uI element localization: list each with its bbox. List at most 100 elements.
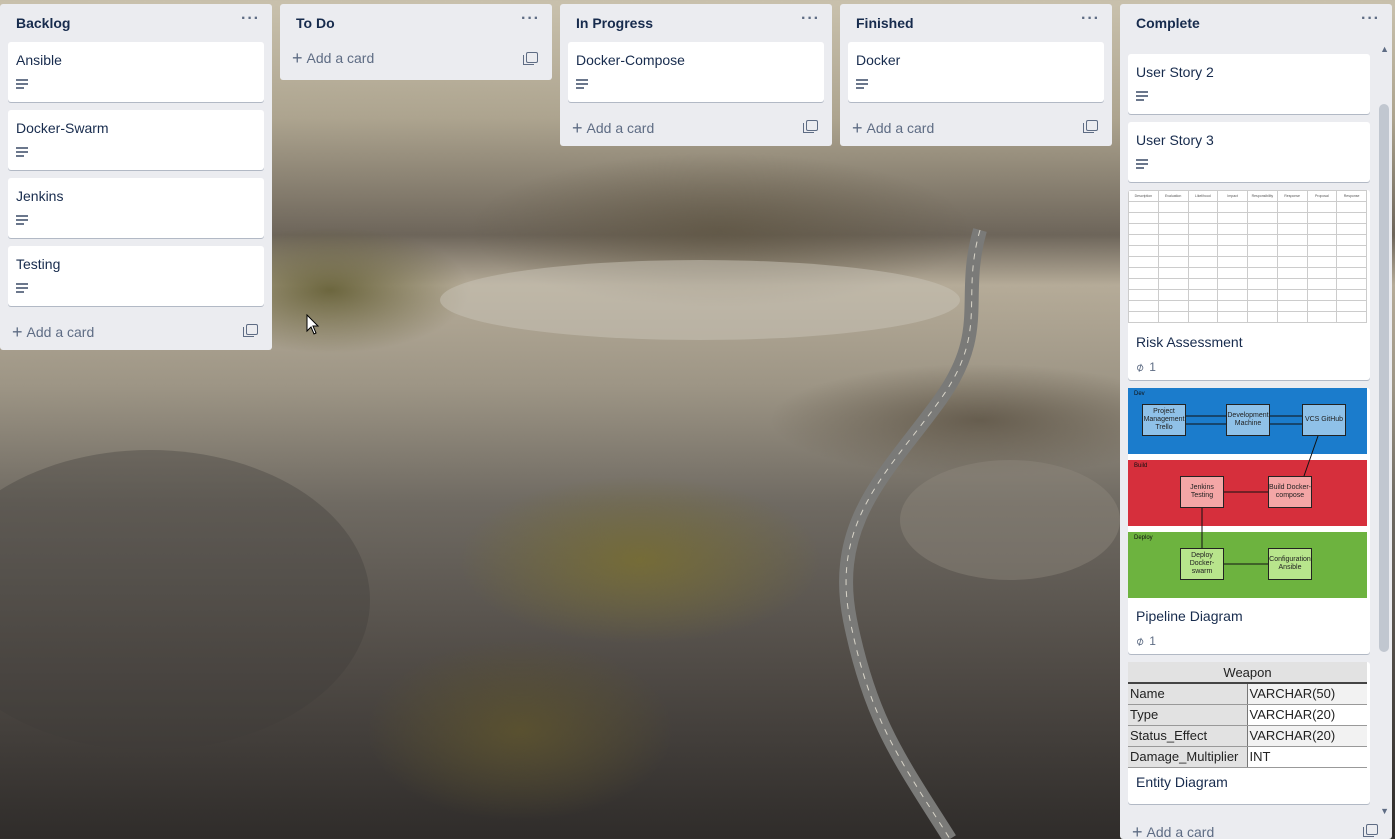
card-title: Docker-Compose [576,52,685,68]
risk-table-header: Responsibility [1247,190,1278,202]
plus-icon: + [12,322,23,342]
list-in-progress: In Progress ··· Docker-Compose + Add a ca… [560,4,832,146]
list-title[interactable]: To Do [296,15,335,31]
list-menu-icon[interactable]: ··· [521,10,540,28]
risk-table-header: Proposal [1306,190,1338,202]
list-menu-icon[interactable]: ··· [1081,10,1100,28]
plus-icon: + [1132,822,1143,839]
description-icon [1136,159,1148,169]
add-card-button[interactable]: + Add a card [840,110,1112,146]
card-template-icon[interactable] [1083,120,1098,133]
description-icon [576,79,588,89]
plus-icon: + [292,48,303,68]
card-docker-compose[interactable]: Docker-Compose [568,42,824,102]
list-title[interactable]: In Progress [576,15,653,31]
plus-icon: + [852,118,863,138]
list-header: To Do ··· [280,4,552,42]
card-title: Docker-Swarm [16,120,109,136]
paperclip-icon: ⌀ [1132,359,1147,375]
card-title: Testing [16,256,61,272]
card-ansible[interactable]: Ansible [8,42,264,102]
card-risk-assessment[interactable]: Description Evaluation Likelihood Impact Res… [1128,190,1370,380]
risk-table-thumbnail: Description Evaluation Likelihood Impact Res… [1128,190,1367,323]
description-icon [16,283,28,293]
add-card-label: Add a card [1146,824,1215,839]
mouse-cursor-icon [306,314,320,335]
list-finished: Finished ··· Docker + Add a card [840,4,1112,146]
card-user-story-2[interactable]: User Story 2 [1128,54,1370,114]
list-title[interactable]: Finished [856,15,914,31]
add-card-label: Add a card [26,324,95,340]
field-name: Name [1128,683,1248,705]
description-icon [16,79,28,89]
paperclip-icon: ⌀ [1132,633,1147,649]
add-card-button[interactable]: + Add a card [0,314,272,350]
card-title: User Story 3 [1136,132,1214,148]
add-card-label: Add a card [866,120,935,136]
card-entity-diagram[interactable]: Weapon Name VARCHAR(50) Type VARCHAR(20) S… [1128,662,1370,804]
attachment-count: 1 [1149,360,1156,374]
card-title: Docker [856,52,901,68]
add-card-label: Add a card [306,50,375,66]
card-title: Risk Assessment [1136,334,1243,350]
card-testing[interactable]: Testing [8,246,264,306]
list-title[interactable]: Complete [1136,15,1200,31]
field-name: Damage_Multiplier [1128,746,1248,768]
field-type: VARCHAR(20) [1247,725,1367,747]
list-to-do: To Do ··· + Add a card [280,4,552,80]
add-card-button[interactable]: + Add a card [280,42,552,80]
card-pipeline-diagram[interactable]: Dev Build Deploy Project Management Trel… [1128,388,1370,654]
pipeline-diagram-cover: Dev Build Deploy Project Management Trel… [1128,388,1370,600]
list-menu-icon[interactable]: ··· [241,10,260,28]
scroll-up-arrow-icon[interactable]: ▲ [1380,44,1389,54]
risk-table-header: Evaluation [1157,190,1189,202]
card-title: Ansible [16,52,62,68]
add-card-button[interactable]: + Add a card [560,110,832,146]
card-template-icon[interactable] [523,52,538,65]
scrollbar-thumb[interactable] [1379,104,1389,652]
attachment-badge: ⌀ 1 [1132,633,1156,649]
risk-table-header: Impact [1217,190,1248,202]
list-header: Finished ··· [840,4,1112,42]
list-header: Backlog ··· [0,4,272,42]
card-title: Pipeline Diagram [1136,608,1243,624]
card-title: Entity Diagram [1136,773,1228,790]
list-header: Complete ··· [1120,4,1392,42]
list-scrollbar[interactable]: ▲ ▼ [1378,42,1392,818]
entity-table-name: Weapon [1128,662,1367,684]
risk-table-header: Likelihood [1187,190,1219,202]
field-type: VARCHAR(50) [1247,683,1367,705]
list-complete: Complete ··· User Story 2 User Story 3 D… [1120,4,1392,839]
entity-table: Weapon Name VARCHAR(50) Type VARCHAR(20) S… [1128,662,1367,768]
description-icon [16,215,28,225]
list-header: In Progress ··· [560,4,832,42]
list-title[interactable]: Backlog [16,15,70,31]
field-name: Status_Effect [1128,725,1248,747]
plus-icon: + [572,118,583,138]
attachment-count: 1 [1149,634,1156,648]
field-type: VARCHAR(20) [1247,704,1367,726]
entity-diagram-cover: Weapon Name VARCHAR(50) Type VARCHAR(20) S… [1128,662,1370,768]
description-icon [1136,91,1148,101]
card-cover-image: Description Evaluation Likelihood Impact Res… [1128,190,1370,326]
risk-table-header: Response [1336,190,1367,202]
card-template-icon[interactable] [1363,824,1378,837]
add-card-label: Add a card [586,120,655,136]
add-card-button[interactable]: + Add a card [1120,814,1392,839]
card-docker-swarm[interactable]: Docker-Swarm [8,110,264,170]
list-menu-icon[interactable]: ··· [801,10,820,28]
card-user-story-3[interactable]: User Story 3 [1128,122,1370,182]
description-icon [16,147,28,157]
list-cards-scroll-area[interactable]: User Story 2 User Story 3 Description Eva… [1120,46,1378,818]
risk-table-header: Response [1276,190,1308,202]
card-docker[interactable]: Docker [848,42,1104,102]
card-jenkins[interactable]: Jenkins [8,178,264,238]
list-menu-icon[interactable]: ··· [1361,10,1380,28]
card-template-icon[interactable] [803,120,818,133]
attachment-badge: ⌀ 1 [1132,359,1156,375]
description-icon [856,79,868,89]
card-title: User Story 2 [1136,64,1214,80]
risk-table-header: Description [1128,190,1159,202]
card-template-icon[interactable] [243,324,258,337]
pipeline-arrows [1186,415,1319,565]
